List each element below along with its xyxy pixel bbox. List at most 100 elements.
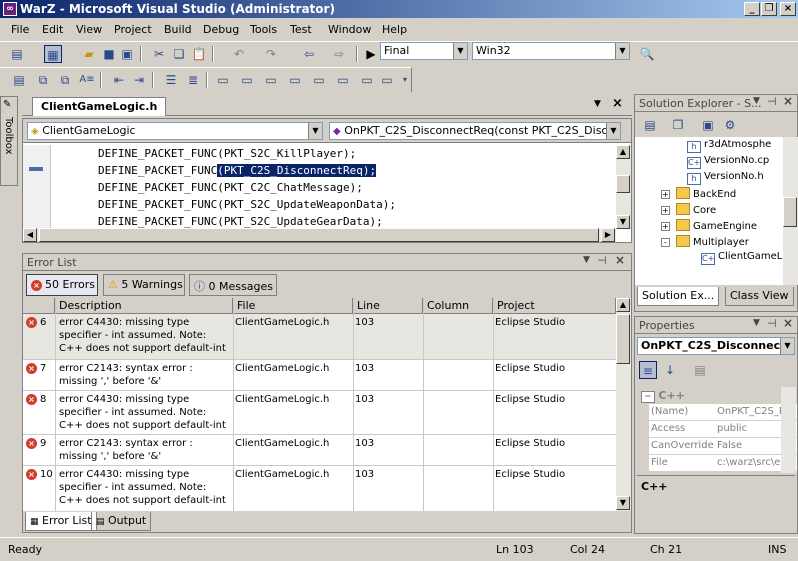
- table-row[interactable]: × 8 error C4430: missing type specifier …: [23, 391, 616, 435]
- editor-gutter[interactable]: [23, 145, 51, 229]
- copy-icon[interactable]: ❏: [170, 45, 188, 63]
- redo-icon[interactable]: ↷: [262, 45, 280, 63]
- menu-file[interactable]: File: [11, 23, 29, 36]
- categorized-icon[interactable]: ≡: [639, 361, 657, 379]
- tree-node[interactable]: + BackEnd: [661, 187, 736, 200]
- scroll-up-icon[interactable]: ▲: [616, 145, 630, 159]
- expand-icon[interactable]: +: [661, 206, 670, 215]
- menu-view[interactable]: View: [76, 23, 102, 36]
- decrease-indent-icon[interactable]: ⇤: [110, 71, 128, 89]
- paste-icon[interactable]: 📋: [190, 45, 208, 63]
- toolbox-strip[interactable]: ✎ Toolbox: [0, 96, 18, 186]
- table-row[interactable]: × 6 error C4430: missing type specifier …: [23, 314, 616, 360]
- window-position-icon[interactable]: ▼: [583, 255, 590, 265]
- table-row[interactable]: × 7 error C2143: syntax error : missing …: [23, 360, 616, 391]
- member-combo[interactable]: ◆ OnPKT_C2S_DisconnectReq(const PKT_C2S_…: [329, 122, 621, 140]
- close-icon[interactable]: ×: [783, 316, 793, 330]
- property-row[interactable]: Access public: [649, 421, 797, 438]
- tree-node[interactable]: + Core: [661, 203, 716, 216]
- property-pages-icon[interactable]: ▤: [691, 361, 709, 379]
- table-row[interactable]: × 9 error C2143: syntax error : missing …: [23, 435, 616, 466]
- complete-word-icon[interactable]: A≡: [78, 71, 96, 89]
- scroll-up-icon[interactable]: ▲: [616, 298, 630, 312]
- menu-test[interactable]: Test: [290, 23, 312, 36]
- restore-button[interactable]: ❐: [761, 2, 777, 16]
- editor-horizontal-scrollbar[interactable]: ◀ ▶: [23, 228, 616, 242]
- class-diagram-icon[interactable]: ⚙: [721, 116, 739, 134]
- col-header-description[interactable]: Description: [55, 298, 233, 314]
- undo-icon[interactable]: ↶: [230, 45, 248, 63]
- previous-bookmark-icon[interactable]: ▭: [238, 71, 256, 89]
- menu-project[interactable]: Project: [114, 23, 152, 36]
- tree-node[interactable]: C+ VersionNo.cp: [687, 155, 769, 169]
- code-view[interactable]: DEFINE_PACKET_FUNC(PKT_S2C_KillPlayer); …: [23, 145, 616, 229]
- tree-node[interactable]: C+ ClientGameL: [701, 251, 782, 265]
- clear-bookmarks-icon[interactable]: ▭: [378, 71, 396, 89]
- comment-lines-icon[interactable]: ☰: [162, 71, 180, 89]
- code-editor[interactable]: ◈ ClientGameLogic ▼ ◆ OnPKT_C2S_Disconnec…: [22, 118, 632, 243]
- tab-output[interactable]: ▤ Output: [91, 512, 152, 531]
- next-bookmark-icon[interactable]: ▭: [262, 71, 280, 89]
- scroll-down-icon[interactable]: ▼: [616, 215, 630, 229]
- solution-platform-combo[interactable]: Win32 ▼: [472, 42, 630, 60]
- navigate-forward-icon[interactable]: ⇨: [330, 45, 348, 63]
- menu-build[interactable]: Build: [164, 23, 192, 36]
- close-icon[interactable]: ×: [783, 94, 793, 108]
- error-list-vertical-scrollbar[interactable]: ▲ ▼: [616, 298, 631, 511]
- solution-config-combo[interactable]: Final ▼: [380, 42, 468, 60]
- scroll-down-icon[interactable]: ▼: [616, 496, 630, 510]
- expand-icon[interactable]: +: [661, 222, 670, 231]
- table-row[interactable]: × 10 error C4430: missing type specifier…: [23, 466, 616, 511]
- tab-error-list[interactable]: ▦ Error List: [25, 512, 97, 531]
- cut-icon[interactable]: ✂: [150, 45, 168, 63]
- previous-bookmark-folder-icon[interactable]: ▭: [286, 71, 304, 89]
- increase-indent-icon[interactable]: ⇥: [130, 71, 148, 89]
- close-button[interactable]: ×: [780, 2, 796, 16]
- alphabetical-icon[interactable]: ↓: [661, 361, 679, 379]
- menu-debug[interactable]: Debug: [203, 23, 239, 36]
- next-bookmark-folder-icon[interactable]: ▭: [310, 71, 328, 89]
- toggle-bookmark-icon[interactable]: ▭: [214, 71, 232, 89]
- tab-clientgamelogic-h[interactable]: ClientGameLogic.h: [32, 97, 167, 116]
- find-in-files-icon[interactable]: 🔍: [638, 45, 656, 63]
- class-combo[interactable]: ◈ ClientGameLogic ▼: [27, 122, 323, 140]
- properties-vertical-scrollbar[interactable]: [781, 387, 796, 473]
- minimize-button[interactable]: _: [744, 2, 760, 16]
- messages-filter-button[interactable]: ⓘ 0 Messages: [189, 274, 277, 296]
- previous-bookmark-doc-icon[interactable]: ▭: [334, 71, 352, 89]
- col-header-project[interactable]: Project: [493, 298, 616, 314]
- scroll-left-icon[interactable]: ◀: [23, 228, 37, 242]
- properties-icon[interactable]: ▤: [641, 116, 659, 134]
- tab-solution-explorer[interactable]: Solution Ex...: [637, 287, 720, 306]
- view-code-icon[interactable]: ▣: [699, 116, 717, 134]
- show-all-files-icon[interactable]: ❐: [669, 116, 687, 134]
- collapse-icon[interactable]: -: [661, 238, 670, 247]
- display-quick-info-icon[interactable]: ⧉: [56, 71, 74, 89]
- window-position-icon[interactable]: ▼: [753, 96, 760, 106]
- auto-hide-pin-icon[interactable]: ⊣: [767, 95, 777, 108]
- new-project-icon[interactable]: ▤: [8, 45, 26, 63]
- expand-icon[interactable]: +: [661, 190, 670, 199]
- start-debug-icon[interactable]: ▶: [362, 45, 380, 63]
- warnings-filter-button[interactable]: ⚠ 5 Warnings: [103, 274, 185, 296]
- close-icon[interactable]: ×: [615, 253, 625, 267]
- menu-tools[interactable]: Tools: [250, 23, 277, 36]
- properties-object-combo[interactable]: OnPKT_C2S_DisconnectRe ▼: [637, 337, 795, 355]
- category-header[interactable]: − C++: [637, 387, 797, 405]
- menu-window[interactable]: Window: [328, 23, 371, 36]
- display-object-member-list-icon[interactable]: ▤: [10, 71, 28, 89]
- editor-vertical-scrollbar[interactable]: ▲ ▼: [616, 145, 631, 229]
- window-position-icon[interactable]: ▼: [753, 318, 760, 328]
- save-all-icon[interactable]: ▣: [118, 45, 136, 63]
- next-bookmark-doc-icon[interactable]: ▭: [358, 71, 376, 89]
- tree-node[interactable]: + GameEngine: [661, 219, 757, 232]
- tab-dropdown-icon[interactable]: ▼: [594, 99, 601, 109]
- col-header-icon[interactable]: [23, 298, 55, 314]
- property-row[interactable]: File c:\warz\src\e: [649, 455, 797, 472]
- navigate-backward-icon[interactable]: ⇦: [300, 45, 318, 63]
- tree-node[interactable]: - Multiplayer: [661, 235, 749, 248]
- open-folder-icon[interactable]: ▰: [80, 45, 98, 63]
- save-icon[interactable]: ■: [100, 45, 118, 63]
- col-header-line[interactable]: Line: [353, 298, 423, 314]
- add-item-icon[interactable]: ▦: [44, 45, 62, 63]
